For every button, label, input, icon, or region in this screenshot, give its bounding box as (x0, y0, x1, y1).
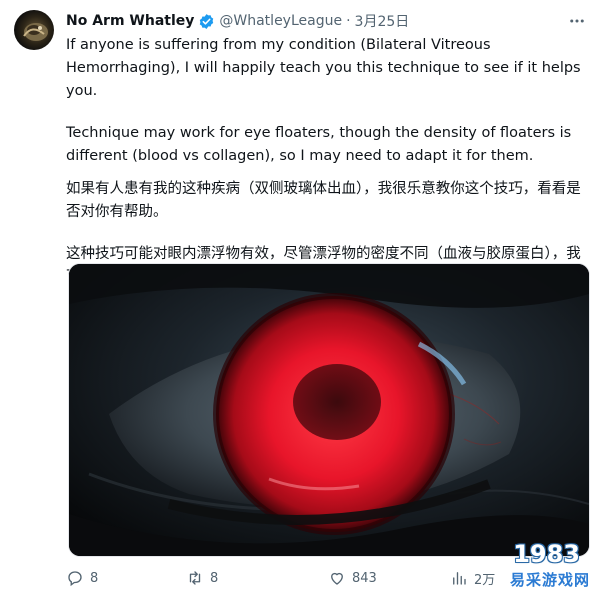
red-eye-image (69, 264, 589, 556)
retweet-count: 8 (210, 570, 219, 586)
author-name[interactable]: No Arm Whatley (66, 13, 194, 29)
tweet-header: No Arm Whatley @WhatleyLeague · 3月25日 (66, 10, 409, 32)
verified-badge-icon (198, 13, 215, 30)
author-handle[interactable]: @WhatleyLeague (219, 13, 342, 29)
tweet-media-image[interactable] (68, 263, 590, 557)
heart-icon (331, 572, 343, 585)
tweet-paragraph-en-1: If anyone is suffering from my condition… (66, 37, 581, 99)
like-count: 843 (352, 570, 377, 586)
reply-button[interactable]: 8 (66, 566, 98, 590)
tweet-paragraph-zh-1: 如果有人患有我的这种疾病（双侧玻璃体出血），我很乐意教你这个技巧，看看是否对你有… (66, 181, 581, 220)
more-horizontal-icon[interactable] (566, 10, 588, 32)
reply-count: 8 (90, 570, 99, 586)
separator-dot: · (346, 13, 351, 29)
tweet-paragraph-en-2: Technique may work for eye floaters, tho… (66, 125, 572, 164)
like-button[interactable]: 843 (328, 566, 377, 590)
avatar-image (23, 23, 48, 41)
views-count: 2万 (474, 572, 496, 588)
views-button[interactable]: 2万 (450, 566, 495, 590)
retweet-icon (189, 571, 201, 585)
tweet-actions: 8 8 843 2万 (66, 566, 596, 590)
reply-icon (68, 571, 82, 587)
tweet-text: If anyone is suffering from my condition… (66, 34, 586, 289)
retweet-button[interactable]: 8 (186, 566, 218, 590)
tweet-date[interactable]: 3月25日 (355, 11, 410, 31)
views-chart-icon (453, 572, 466, 585)
avatar[interactable] (14, 10, 54, 50)
